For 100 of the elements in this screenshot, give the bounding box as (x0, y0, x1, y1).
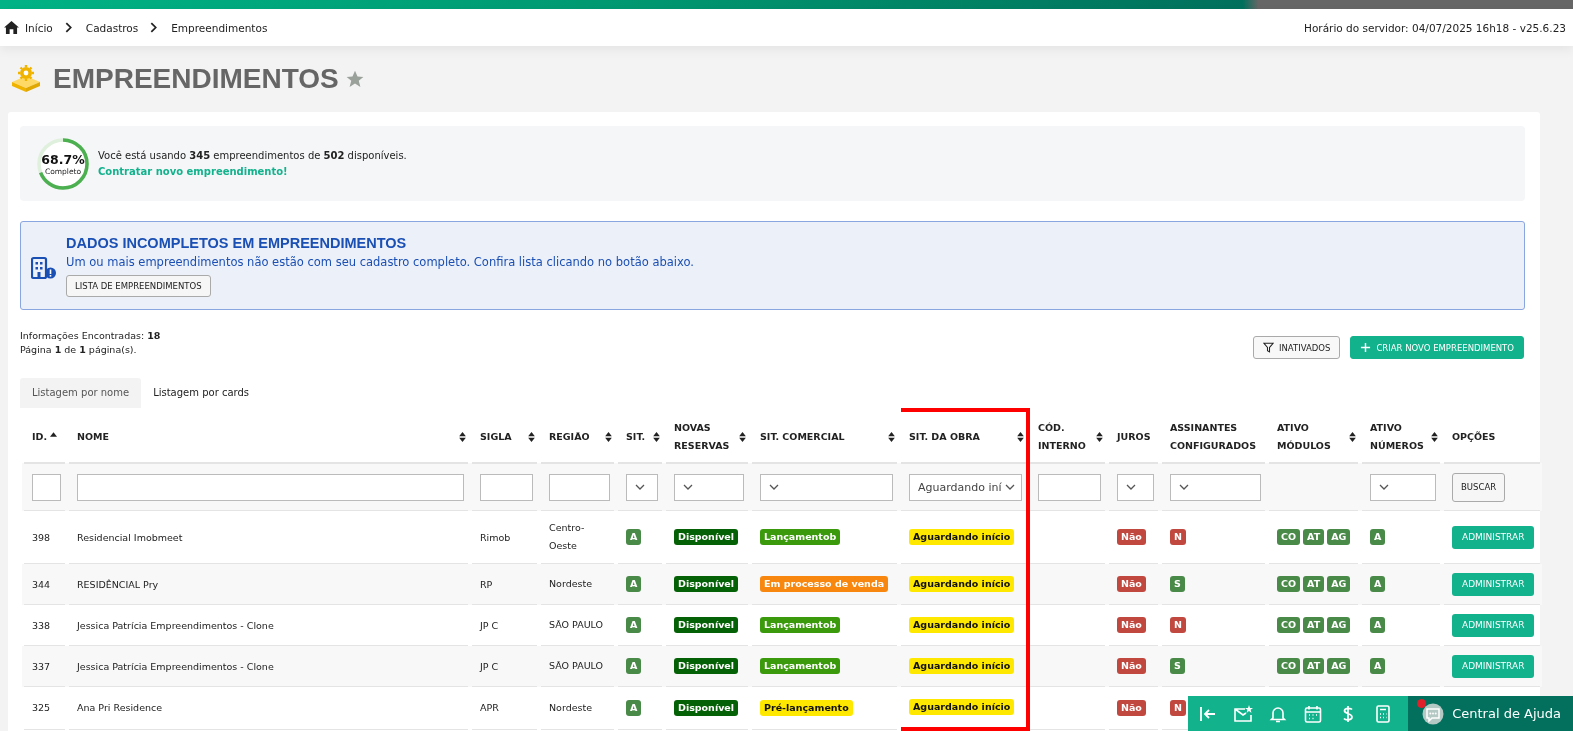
signers-badge: N (1170, 699, 1186, 716)
module-badge: CO (1277, 576, 1301, 592)
column-header[interactable]: JUROS (1117, 428, 1151, 446)
column-header[interactable]: SIGLA (480, 428, 512, 446)
column-header[interactable]: SIT. (626, 428, 646, 446)
name-text: Residencial Imobmeet (77, 531, 183, 543)
status-badge: A (626, 699, 642, 716)
filter-select[interactable] (1117, 473, 1154, 501)
chevron-down-icon (1005, 484, 1015, 490)
chat-icon (1422, 702, 1445, 725)
id-text: 398 (32, 531, 51, 543)
filter-select[interactable] (674, 473, 744, 501)
sort-icon[interactable] (1017, 432, 1024, 442)
list-button[interactable]: LISTA DE EMPREENDIMENTOS (66, 274, 211, 297)
filter-input[interactable] (549, 473, 610, 501)
filter-input[interactable] (77, 473, 464, 501)
status-badge: A (626, 658, 642, 674)
column-header[interactable]: ATIVO NÚMEROS (1370, 419, 1431, 455)
filter-select[interactable] (1170, 473, 1261, 501)
module-badge: AG (1327, 617, 1351, 633)
chevron-down-icon (683, 484, 693, 490)
search-button[interactable]: BUSCAR (1452, 472, 1506, 502)
region-text: Nordeste (549, 700, 594, 715)
chevron-icon (150, 22, 158, 33)
work-status-badge: Aguardando início (909, 658, 1015, 674)
column-header[interactable]: REGIÃO (549, 428, 590, 446)
id-text: 344 (32, 578, 51, 590)
mail-star-icon[interactable] (1233, 703, 1254, 724)
work-status-badge: Aguardando início (909, 529, 1015, 545)
column-header[interactable]: ATIVO MÓDULOS (1277, 419, 1349, 455)
acronym-text: Rimob (480, 531, 511, 543)
help-center-button[interactable]: Central de Ajuda (1408, 696, 1573, 731)
column-header[interactable]: OPÇÕES (1452, 428, 1496, 446)
filter-select[interactable] (760, 473, 893, 501)
column-header[interactable]: NOME (77, 428, 109, 446)
sort-icon[interactable] (1431, 432, 1438, 442)
view-tab[interactable]: Listagem por nome (20, 378, 142, 408)
column-header[interactable]: CÓD. INTERNO (1038, 419, 1096, 455)
column-header[interactable]: NOVAS RESERVAS (674, 419, 739, 455)
view-tab[interactable]: Listagem por cards (141, 378, 262, 408)
filter-input[interactable] (1038, 473, 1101, 501)
sort-icon[interactable] (739, 432, 746, 442)
interest-badge: Não (1117, 617, 1146, 633)
filter-select[interactable]: Aguardando iní (909, 473, 1022, 501)
summary-text: Informações Encontradas: 18 (20, 330, 161, 341)
home-icon[interactable] (4, 21, 19, 34)
id-text: 325 (32, 702, 51, 714)
progress-percent: 68.7% (41, 151, 85, 167)
sort-ascending-icon[interactable] (50, 431, 58, 437)
sort-icon[interactable] (1096, 432, 1103, 442)
filter-select[interactable] (626, 473, 658, 501)
filter-input[interactable] (32, 473, 61, 501)
breadcrumb-link[interactable]: Empreendimentos (171, 21, 268, 34)
sort-icon[interactable] (888, 432, 895, 442)
summary-text: Página 1 de 1 página(s). (20, 344, 138, 355)
filter-select[interactable] (1370, 473, 1436, 501)
sort-icon[interactable] (653, 432, 660, 442)
status-badge: A (626, 617, 642, 633)
numbers-badge: A (1370, 617, 1386, 633)
column-header[interactable]: ID. (32, 428, 48, 446)
chevron-down-icon (1126, 484, 1136, 490)
region-text: SÃO PAULO (549, 618, 605, 632)
reservation-badge: Disponível (674, 699, 739, 716)
module-badge: AG (1327, 658, 1351, 674)
commercial-status-badge: Lançamentob (760, 529, 841, 545)
chevron-down-icon (635, 484, 645, 490)
interest-badge: Não (1117, 576, 1146, 592)
interest-badge: Não (1117, 529, 1146, 545)
reservation-badge: Disponível (674, 576, 739, 592)
chevron-icon (64, 22, 72, 33)
sort-icon[interactable] (528, 432, 535, 442)
column-header[interactable]: ASSINANTES CONFIGURADOS (1170, 419, 1263, 455)
column-header[interactable]: SIT. DA OBRA (909, 428, 980, 446)
usage-text: Você está usando 345 empreendimentos de 502 disponíveis. (98, 150, 407, 161)
calendar-icon[interactable] (1303, 703, 1324, 724)
module-badge: CO (1277, 658, 1301, 674)
module-badge: AT (1303, 658, 1325, 674)
module-badge: AG (1327, 529, 1351, 545)
sort-icon[interactable] (1349, 432, 1356, 442)
acronym-text: JP C (480, 619, 499, 631)
id-text: 337 (32, 660, 51, 672)
breadcrumb-link[interactable]: Início (25, 21, 53, 34)
breadcrumb-link[interactable]: Cadastros (85, 21, 139, 34)
sort-icon[interactable] (459, 432, 466, 442)
filter-input[interactable] (480, 473, 533, 501)
module-badge: CO (1277, 529, 1301, 545)
reservation-badge: Disponível (674, 658, 739, 674)
filter-icon (1263, 342, 1274, 353)
numbers-badge: A (1370, 658, 1386, 674)
signers-badge: N (1170, 529, 1186, 545)
region-text: Nordeste (549, 577, 594, 591)
id-text: 338 (32, 619, 51, 631)
status-badge: A (626, 576, 642, 592)
star-icon[interactable] (344, 69, 365, 89)
commercial-status-badge: Pré-lançamento (760, 699, 853, 716)
column-header[interactable]: SIT. COMERCIAL (760, 428, 845, 446)
building-warning-icon (31, 255, 57, 280)
name-text: RESIDÊNCIAL Pry (77, 578, 159, 590)
signers-badge: S (1170, 576, 1185, 592)
sort-icon[interactable] (605, 432, 612, 442)
